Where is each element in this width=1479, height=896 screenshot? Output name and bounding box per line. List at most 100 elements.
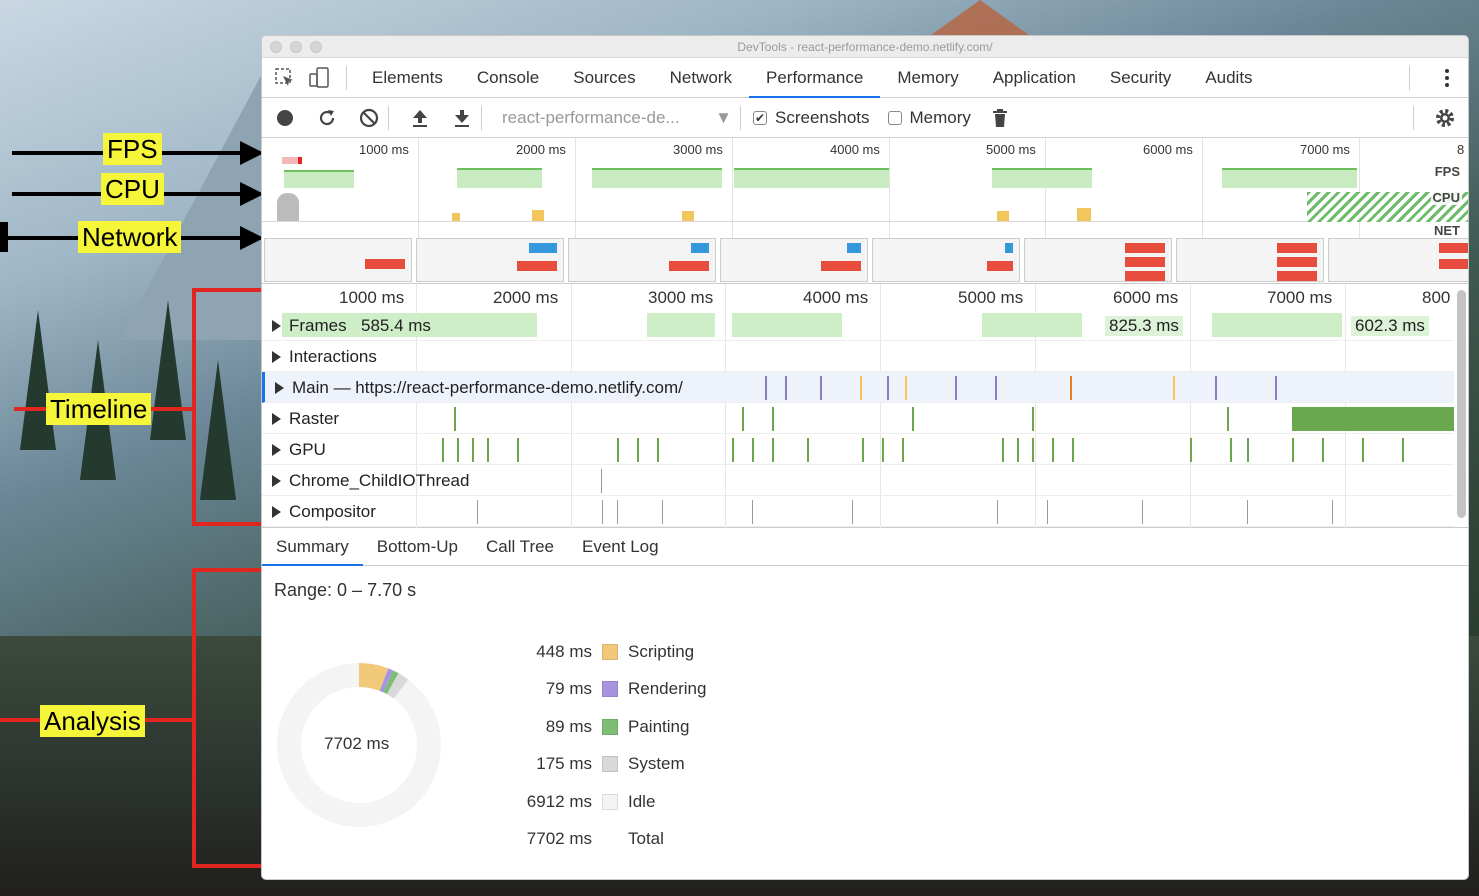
summary-item-idle: 6912 ms Idle [492,792,656,812]
screenshot-thumbnail[interactable] [416,238,564,282]
overview-tick-label: 8 [1457,142,1465,157]
screenshot-thumbnail[interactable] [720,238,868,282]
memory-toggle[interactable]: Memory [887,108,971,128]
summary-item-scripting: 448 ms Scripting [492,642,694,662]
fps-segment [592,168,722,188]
task-mark [862,438,864,462]
expand-triangle-icon[interactable] [275,382,284,394]
frames-track[interactable]: Frames 585.4 ms 825.3 ms 602.3 ms [262,310,1454,341]
tab-summary[interactable]: Summary [262,528,363,566]
summary-item-value: 6912 ms [526,792,592,811]
track-name: Main — https://react-performance-demo.ne… [292,378,683,397]
tab-application[interactable]: Application [976,58,1093,98]
record-icon[interactable] [274,107,296,129]
task-mark [1032,407,1034,431]
overview-tick-label: 3000 ms [673,142,723,157]
reload-record-icon[interactable] [316,107,338,129]
task-mark [1247,438,1249,462]
task-mark [657,438,659,462]
expand-triangle-icon[interactable] [272,320,281,332]
tab-event-log[interactable]: Event Log [568,528,673,566]
raster-track[interactable]: Raster [262,403,1454,434]
profile-select-value: react-performance-de... [502,107,680,127]
frame-duration: 585.4 ms [357,316,435,336]
screenshot-thumbnail[interactable] [1176,238,1324,282]
screenshot-thumbnail[interactable] [1024,238,1172,282]
track-header[interactable]: GPU [272,440,326,460]
track-header[interactable]: Frames [272,316,347,336]
frame-duration: 825.3 ms [1105,316,1183,336]
range-label: Range: 0 – 7.70 s [274,580,417,600]
screenshots-toggle[interactable]: ✔ Screenshots [753,108,870,128]
task-mark [742,407,744,431]
zoom-window-button[interactable] [310,41,322,53]
task-mark [1362,438,1364,462]
expand-triangle-icon[interactable] [272,506,281,518]
io-thread-track[interactable]: Chrome_ChildIOThread [262,465,1454,496]
close-window-button[interactable] [270,41,282,53]
minimize-window-button[interactable] [290,41,302,53]
expand-triangle-icon[interactable] [272,444,281,456]
track-header[interactable]: Interactions [272,347,377,367]
tab-performance[interactable]: Performance [748,58,881,98]
tab-network[interactable]: Network [653,58,749,98]
overview-tick-label: 4000 ms [830,142,880,157]
task-mark [887,376,889,400]
upload-icon[interactable] [409,107,431,129]
inspect-element-icon[interactable] [274,67,296,89]
timeline-pane[interactable]: 1000 ms 2000 ms 3000 ms 4000 ms 5000 ms … [262,284,1468,528]
tab-bottom-up[interactable]: Bottom-Up [363,528,472,566]
tab-console[interactable]: Console [460,58,556,98]
cpu-spike [277,193,299,221]
tab-call-tree[interactable]: Call Tree [472,528,568,566]
interactions-track[interactable]: Interactions [262,341,1454,372]
tab-security[interactable]: Security [1093,58,1188,98]
summary-item-system: 175 ms System [492,754,684,774]
expand-triangle-icon[interactable] [272,413,281,425]
task-mark [477,500,478,524]
gpu-track[interactable]: GPU [262,434,1454,465]
main-track[interactable]: Main — https://react-performance-demo.ne… [262,372,1454,403]
background-tree [20,310,56,450]
expand-triangle-icon[interactable] [272,351,281,363]
overview-pane[interactable]: 1000 ms 2000 ms 3000 ms 4000 ms 5000 ms … [262,138,1468,284]
task-mark [617,438,619,462]
toolbar-separator [388,105,389,130]
task-mark [457,438,459,462]
track-header[interactable]: Raster [272,409,339,429]
tab-memory[interactable]: Memory [880,58,975,98]
track-header[interactable]: Main — https://react-performance-demo.ne… [275,378,683,398]
memory-checkbox[interactable] [887,110,902,125]
screenshot-thumbnail[interactable] [568,238,716,282]
fps-annotation: FPS [103,133,162,165]
screenshots-checkbox[interactable]: ✔ [753,110,767,125]
task-mark [602,500,603,524]
timeline-scrollbar[interactable] [1457,290,1466,518]
task-mark [820,376,822,400]
track-header[interactable]: Compositor [272,502,376,522]
compositor-track[interactable]: Compositor [262,496,1454,527]
tab-audits[interactable]: Audits [1188,58,1269,98]
screenshot-thumbnail[interactable] [872,238,1020,282]
expand-triangle-icon[interactable] [272,475,281,487]
track-name: Interactions [289,347,377,366]
device-toolbar-icon[interactable] [308,66,330,89]
profile-select[interactable]: react-performance-de... ▼ [502,108,732,128]
legend-swatch [602,756,618,772]
more-options-icon[interactable] [1444,67,1450,94]
gear-icon[interactable] [1434,107,1456,129]
window-title: DevTools - react-performance-demo.netlif… [737,40,993,54]
task-mark [752,500,753,524]
screenshot-thumbnail[interactable] [264,238,412,282]
screenshot-thumbnail[interactable] [1328,238,1468,282]
tab-elements[interactable]: Elements [355,58,460,98]
trash-icon[interactable] [989,107,1011,129]
track-header[interactable]: Chrome_ChildIOThread [272,471,469,491]
clear-icon[interactable] [358,107,380,129]
tab-sources[interactable]: Sources [556,58,652,98]
summary-item-value: 448 ms [536,642,592,661]
download-icon[interactable] [451,107,473,129]
network-annotation: Network [78,221,182,253]
details-tabs: Summary Bottom-Up Call Tree Event Log [262,528,1468,566]
task-mark [785,376,787,400]
